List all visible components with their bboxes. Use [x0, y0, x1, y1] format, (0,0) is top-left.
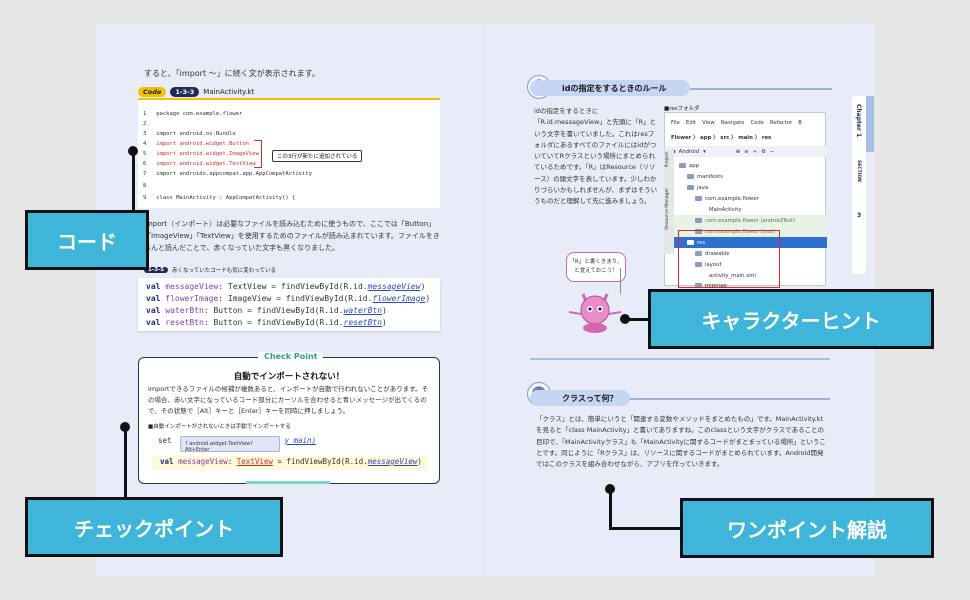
section-rule-1 [690, 88, 832, 90]
label-one-point: ワンポイント解説 [680, 498, 934, 558]
checkpoint-body: importできるファイルの候補が複数あると、インポートが自動で行われないことが… [148, 385, 429, 415]
view-dropdown[interactable]: Android [679, 149, 699, 155]
code-line: 6 import android.widget.TextView [143, 161, 256, 167]
checkpoint-subheading: ■自動インポートがされないときは手動でインポートする [148, 424, 291, 430]
code-line: 3 import android.os.Bundle [143, 131, 236, 137]
code-number: 1-3-3 [170, 87, 200, 97]
section2-text: 「クラス」とは、簡単にいうと「関連する変数やメソッドをまとめたもの」です。Mai… [536, 415, 826, 469]
menu-edit[interactable]: Edit [686, 120, 696, 126]
checkpoint-heading: 自動でインポートされない！ [233, 372, 345, 382]
section-title-2: クラスって何？ [530, 390, 630, 406]
folder-icon [687, 185, 694, 190]
resource-manager-tab[interactable]: Resource Manager [665, 188, 670, 230]
connector-dot [120, 422, 130, 432]
tip-header: 1-3-5 赤くなっていたコードも気に変わっている [144, 266, 276, 274]
code-line: 2 [143, 121, 147, 127]
ide-toolbar: ● Android ▾ ⊕≡÷⚙− [665, 146, 827, 157]
pink-character [567, 290, 623, 334]
chapter-tab-highlight [866, 96, 874, 152]
folder-icon [695, 218, 702, 223]
menu-code[interactable]: Code [750, 120, 764, 126]
code-line: 9 class MainActivity : AppCompatActivity… [143, 195, 296, 201]
code-line: val waterBtn: Button = findViewById(R.id… [146, 306, 387, 315]
checkpoint-accent [246, 481, 330, 484]
project-tab[interactable]: Project [665, 152, 670, 167]
menu-refactor[interactable]: Refactor [770, 120, 792, 126]
section-divider [530, 358, 830, 360]
menu-file[interactable]: File [671, 120, 680, 126]
code-line: 4 import android.widget.Button [143, 141, 249, 147]
menu-view[interactable]: View [702, 120, 715, 126]
code-bracket [254, 140, 262, 168]
checkpoint-code-line: val messageView: TextView = findViewById… [160, 457, 422, 466]
tip-text: 赤くなっていたコードも気に変わっている [172, 268, 276, 274]
connector-dot [128, 146, 138, 156]
res-folder-caption: ■resフォルダ [664, 106, 700, 112]
label-code: コード [25, 210, 149, 270]
code-line: 8 [143, 183, 147, 189]
menu-navigate[interactable]: Navigate [721, 120, 745, 126]
folder-icon [679, 163, 686, 168]
chapter-label: Chapter 1 [855, 104, 862, 138]
section-title-1: idの指定をするときのルール [530, 80, 690, 96]
section-label: SECTION [856, 160, 861, 182]
code-tag: Code [138, 87, 167, 97]
section-rule-2 [630, 398, 830, 400]
section-number: 3 [857, 212, 862, 219]
explanation-text: import（インポート）は必要なファイルを読み込むために使うもので、ここでは「… [144, 220, 440, 252]
ide-menubar: File Edit View Navigate Code Refactor B [665, 117, 827, 128]
code-line: 7 import androidx.appcompat.app.AppCompa… [143, 171, 312, 177]
label-checkpoint: チェックポイント [25, 497, 283, 557]
folder-icon [687, 174, 694, 179]
code-line: val messageView: TextView = findViewById… [146, 282, 426, 291]
tree-item[interactable]: java [665, 182, 827, 193]
code-block-2: val messageView: TextView = findViewById… [138, 278, 440, 331]
tree-item[interactable]: app [665, 160, 827, 171]
ide-breadcrumb[interactable]: Flower 〉 app 〉 src 〉 main 〉 res [665, 131, 827, 142]
connector-line [609, 490, 612, 530]
checkpoint-title: Check Point [258, 352, 324, 361]
intro-text: すると、「import ～」に続く文が表示されます。 [144, 69, 320, 78]
code-filename: MainActivity.kt [203, 88, 255, 96]
autocomplete-popup[interactable]: ? android.widget.TextView? Alt+Enter [180, 436, 280, 453]
connector-line [132, 150, 135, 210]
tree-item[interactable]: com.example.flower (androidTest) [665, 215, 827, 226]
code-line: 1 package com.example.flower [143, 111, 243, 117]
connector-line [609, 527, 681, 530]
code-note: この3行が新たに追加されている [272, 150, 363, 162]
section1-text: idの指定をするときに「R.id.messageView」と先頭に「R」という文… [534, 107, 658, 206]
toolbar-icons[interactable]: ⊕≡÷⚙− [736, 149, 779, 155]
tree-item[interactable]: com.example.flower [665, 193, 827, 204]
tree-item[interactable]: manifests [665, 171, 827, 182]
connector-line [124, 426, 127, 498]
highlight-box [678, 230, 780, 288]
code-header: Code 1-3-3 MainActivity.kt [138, 87, 254, 97]
label-character-hint: キャラクターヒント [648, 289, 934, 349]
connector-line [628, 318, 650, 321]
code-line: 5 import android.widget.ImageView [143, 151, 259, 157]
code-line: val flowerImage: ImageView = findViewByI… [146, 294, 431, 303]
folder-icon [695, 196, 702, 201]
antenna-line [620, 268, 626, 294]
menu-build[interactable]: B [798, 120, 802, 126]
page-gutter [482, 24, 486, 576]
chevron-down-icon[interactable]: ▾ [703, 149, 706, 155]
code-line: val resetBtn: Button = findViewById(R.id… [146, 318, 387, 327]
speech-bubble: 「R」と書くきまり、と覚えておこう！ [566, 252, 626, 282]
tree-item[interactable]: MainActivity [665, 204, 827, 215]
